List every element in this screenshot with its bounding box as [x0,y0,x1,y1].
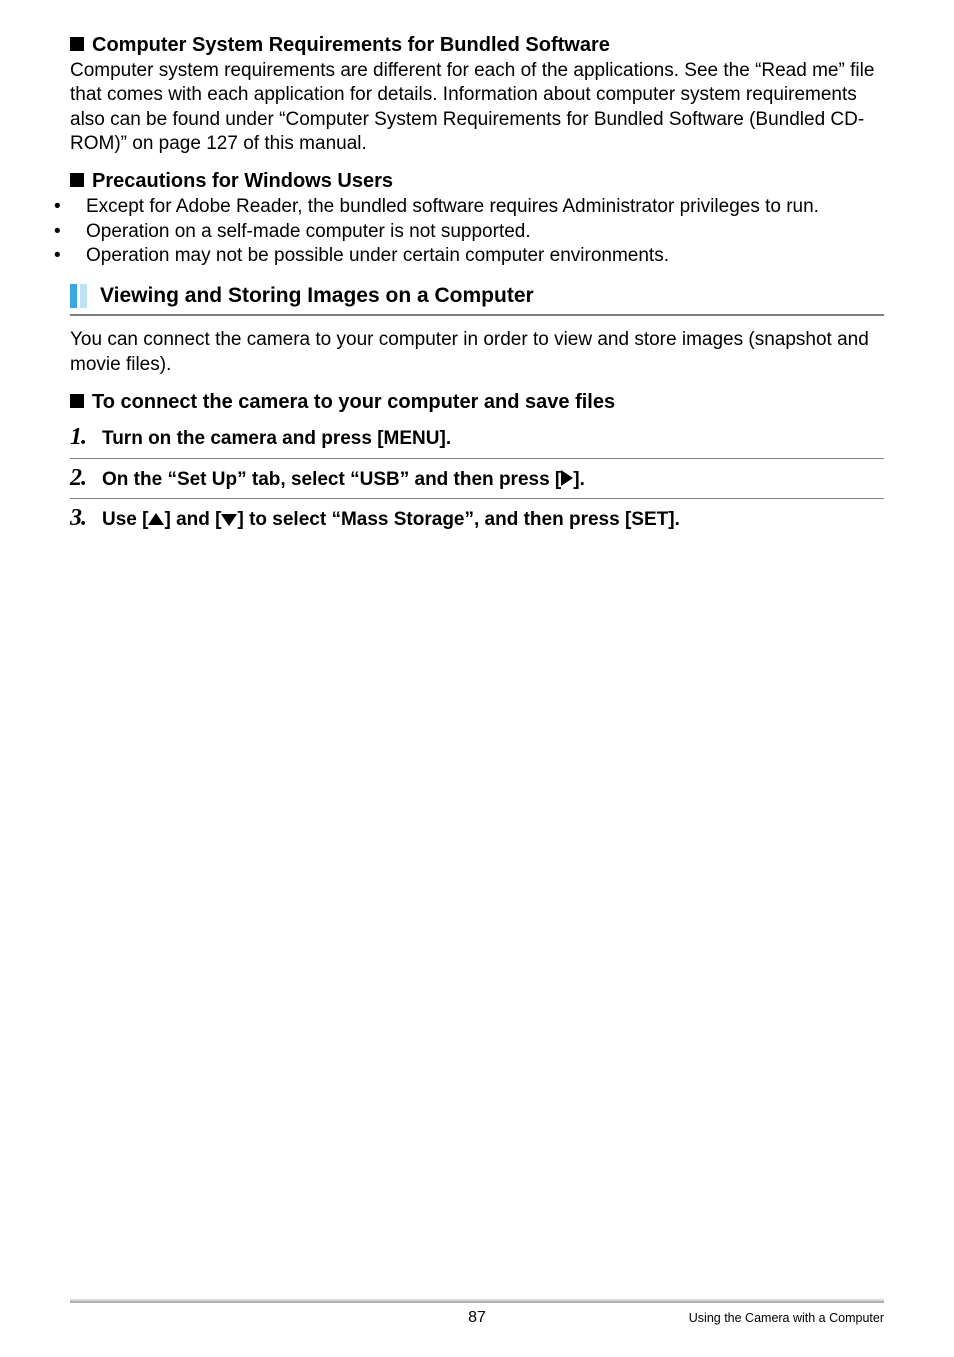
bullet-icon: • [70,220,86,244]
page-number: 87 [350,1309,604,1327]
accent-bar-dark [70,284,77,308]
accent-bars-icon [70,284,90,308]
step-text-part: On the “Set Up” tab, select “USB” and th… [102,469,561,490]
list-item: • Operation on a self-made computer is n… [70,220,884,244]
section3-body: You can connect the camera to your compu… [70,328,884,377]
footer-divider [70,1299,884,1303]
list-item-text: Operation on a self-made computer is not… [86,221,531,242]
content-area: Computer System Requirements for Bundled… [70,34,884,533]
section-title: Viewing and Storing Images on a Computer [100,284,534,308]
footer-label: Using the Camera with a Computer [604,1311,884,1325]
step-2: 2. On the “Set Up” tab, select “USB” and… [70,465,884,493]
section-heading-row: Viewing and Storing Images on a Computer [70,284,884,308]
heading-precautions: Precautions for Windows Users [70,170,884,193]
list-item-text: Except for Adobe Reader, the bundled sof… [86,196,819,217]
square-bullet-icon [70,173,84,187]
precautions-list: • Except for Adobe Reader, the bundled s… [70,195,884,268]
footer-row: 87 Using the Camera with a Computer [70,1309,884,1327]
square-bullet-icon [70,394,84,408]
bullet-icon: • [70,195,86,219]
list-item-text: Operation may not be possible under cert… [86,245,669,266]
step-text-part: ] and [ [164,509,221,530]
step-text-part: Use [ [102,509,148,530]
list-item: • Except for Adobe Reader, the bundled s… [70,195,884,219]
heading-text: Computer System Requirements for Bundled… [92,34,610,56]
square-bullet-icon [70,37,84,51]
page-footer: 87 Using the Camera with a Computer [70,1299,884,1327]
triangle-up-icon [148,513,164,525]
section-underline [70,314,884,316]
heading-connect-camera: To connect the camera to your computer a… [70,391,884,414]
heading-text: Precautions for Windows Users [92,170,393,192]
step-text: Use [ ] and [ ] to select “Mass Storage”, … [102,508,680,533]
page: Computer System Requirements for Bundled… [0,0,954,1357]
step-text: Turn on the camera and press [MENU]. [102,427,451,452]
triangle-down-icon [221,514,237,526]
step-text: On the “Set Up” tab, select “USB” and th… [102,468,585,493]
step-divider [70,498,884,499]
triangle-right-icon [561,470,573,486]
step-text-part: ] to select “Mass Storage”, and then pre… [237,509,679,530]
step-divider [70,458,884,459]
step-number: 2. [70,465,102,492]
heading-bundled-software: Computer System Requirements for Bundled… [70,34,884,57]
body-bundled-software: Computer system requirements are differe… [70,59,884,156]
step-number: 3. [70,505,102,532]
step-number: 1. [70,424,102,451]
step-3: 3. Use [ ] and [ ] to select “Mass Storage… [70,505,884,533]
bullet-icon: • [70,244,86,268]
list-item: • Operation may not be possible under ce… [70,244,884,268]
heading-text: To connect the camera to your computer a… [92,391,615,413]
step-1: 1. Turn on the camera and press [MENU]. [70,424,884,452]
step-text-part: ]. [573,469,585,490]
accent-bar-light [80,284,87,308]
